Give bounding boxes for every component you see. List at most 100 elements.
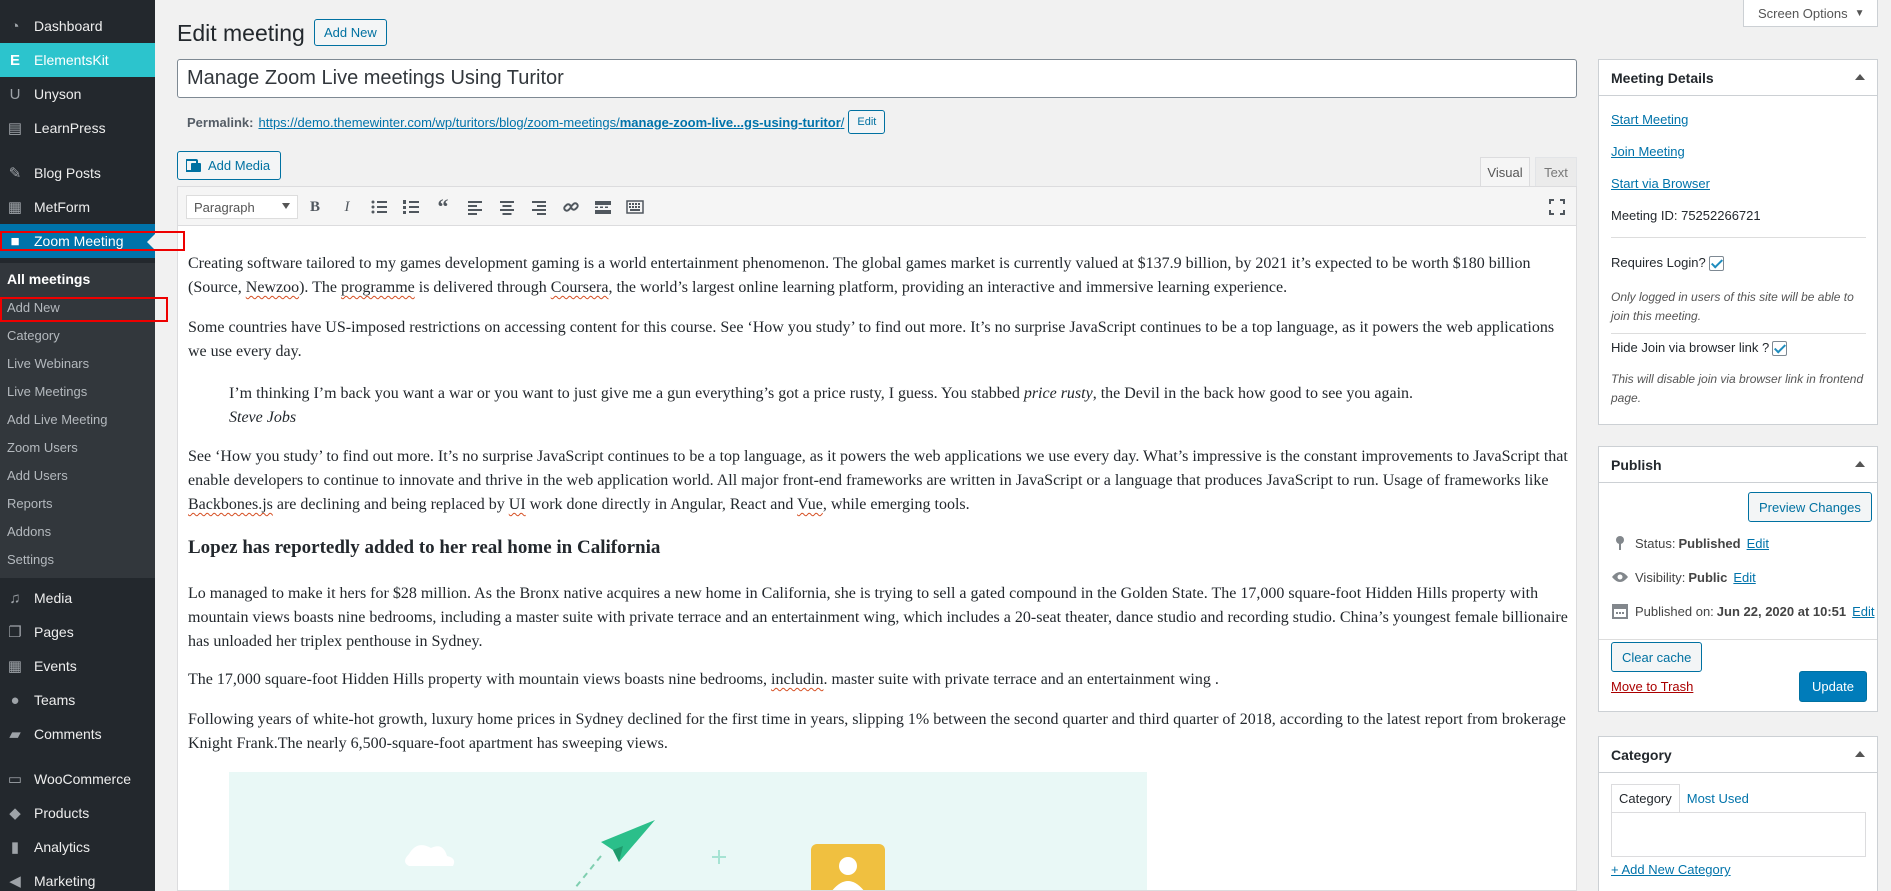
submenu-all-meetings[interactable]: All meetings — [7, 271, 90, 287]
format-select[interactable]: Paragraph — [186, 195, 298, 219]
menu-elementskit[interactable]: E ElementsKit — [0, 43, 155, 77]
add-new-category-link[interactable]: + Add New Category — [1611, 862, 1731, 877]
paragraph-1: Creating software tailored to my games d… — [188, 252, 1568, 300]
menu-analytics[interactable]: ▮ Analytics — [0, 830, 155, 864]
menu-comments[interactable]: ▰ Comments — [0, 717, 155, 751]
metform-icon: ▦ — [7, 199, 23, 216]
toolbar-toggle-icon[interactable] — [623, 196, 647, 218]
menu-unyson[interactable]: U Unyson — [0, 77, 155, 111]
submenu-reports[interactable]: Reports — [7, 496, 53, 511]
italic-icon[interactable]: I — [335, 196, 359, 218]
eye-icon — [1611, 569, 1629, 585]
align-right-icon[interactable] — [527, 196, 551, 218]
status-edit-link[interactable]: Edit — [1747, 536, 1769, 551]
paragraph-4: Lo managed to make it hers for $28 milli… — [188, 585, 1568, 650]
collapse-arrow-icon[interactable] — [1855, 74, 1865, 80]
quote-emphasis: price rusty — [1023, 385, 1093, 402]
menu-media[interactable]: ♫ Media — [0, 581, 155, 615]
permalink-label: Permalink: — [187, 114, 254, 130]
align-left-icon[interactable] — [463, 196, 487, 218]
editor-content[interactable]: Creating software tailored to my games d… — [177, 226, 1577, 891]
add-new-button[interactable]: Add New — [314, 19, 387, 46]
numbered-list-icon[interactable] — [399, 196, 423, 218]
products-icon: ◆ — [9, 805, 21, 822]
collapse-arrow-icon[interactable] — [1855, 751, 1865, 757]
menu-woocommerce[interactable]: ▭ WooCommerce — [0, 762, 155, 796]
meeting-details-header[interactable]: Meeting Details — [1599, 60, 1877, 96]
menu-label: Blog Posts — [34, 165, 101, 181]
submenu-live-webinars[interactable]: Live Webinars — [7, 356, 89, 371]
collapse-arrow-icon[interactable] — [1855, 461, 1865, 467]
join-meeting-link[interactable]: Join Meeting — [1611, 144, 1685, 159]
link-icon[interactable] — [559, 196, 583, 218]
hide-join-checkbox[interactable] — [1772, 341, 1788, 357]
menu-learnpress[interactable]: ▤ LearnPress — [0, 111, 155, 145]
category-header[interactable]: Category — [1599, 737, 1877, 773]
blockquote-icon[interactable]: “ — [431, 194, 455, 219]
menu-pages[interactable]: ❐ Pages — [0, 615, 155, 649]
tab-most-used[interactable]: Most Used — [1680, 784, 1756, 813]
screen-options-button[interactable]: Screen Options ▼ — [1743, 0, 1878, 27]
publish-title: Publish — [1611, 456, 1662, 473]
menu-dashboard[interactable]: ◔ Dashboard — [0, 9, 155, 43]
published-on-value: Jun 22, 2020 at 10:51 — [1716, 603, 1847, 619]
dashboard-icon: ◔ — [10, 17, 20, 35]
media-icon: ♫ — [9, 589, 21, 607]
menu-label: Comments — [34, 726, 102, 742]
highlight-box-zoom-meeting — [0, 231, 185, 251]
p3-text-d: , while emerging tools. — [822, 496, 970, 513]
p3-text-c: work done directly in Angular, React and — [525, 496, 798, 513]
submenu-addons[interactable]: Addons — [7, 524, 51, 539]
category-tabs: Category Most Used — [1611, 784, 1756, 813]
menu-teams[interactable]: ● Teams — [0, 683, 155, 717]
add-media-button[interactable]: Add Media — [177, 151, 282, 180]
embedded-illustration[interactable] — [229, 772, 1147, 890]
clear-cache-button[interactable]: Clear cache — [1611, 642, 1703, 672]
publish-header[interactable]: Publish — [1599, 447, 1877, 483]
post-title-input[interactable] — [177, 59, 1577, 98]
quote-text-a: I’m thinking I’m back you want a war or … — [229, 385, 1024, 402]
menu-marketing[interactable]: ◀ Marketing — [0, 864, 155, 891]
published-on-edit-link[interactable]: Edit — [1852, 604, 1874, 619]
visibility-edit-link[interactable]: Edit — [1733, 570, 1755, 585]
fullscreen-icon[interactable] — [1545, 196, 1569, 218]
menu-label: WooCommerce — [34, 771, 131, 787]
permalink-base: https://demo.themewinter.com/wp/turitors… — [258, 114, 620, 130]
bold-icon[interactable]: B — [303, 196, 327, 218]
read-more-icon[interactable] — [591, 196, 615, 218]
visibility-value: Public — [1688, 569, 1728, 585]
start-meeting-link[interactable]: Start Meeting — [1611, 112, 1688, 127]
menu-metform[interactable]: ▦ MetForm — [0, 190, 155, 224]
meeting-details-title: Meeting Details — [1611, 69, 1714, 86]
move-to-trash-link[interactable]: Move to Trash — [1611, 679, 1693, 694]
permalink-row: Permalink: https://demo.themewinter.com/… — [187, 110, 886, 134]
tab-visual[interactable]: Visual — [1480, 157, 1530, 186]
submenu-add-live-meeting[interactable]: Add Live Meeting — [7, 412, 107, 427]
submenu-add-users[interactable]: Add Users — [7, 468, 68, 483]
submenu-zoom-users[interactable]: Zoom Users — [7, 440, 78, 455]
submenu-live-meetings[interactable]: Live Meetings — [7, 384, 87, 399]
submenu-settings[interactable]: Settings — [7, 552, 54, 567]
p3-text-a: See ‘How you study’ to find out more. It… — [188, 448, 1568, 489]
preview-changes-button[interactable]: Preview Changes — [1748, 492, 1872, 522]
tab-text[interactable]: Text — [1535, 157, 1577, 186]
teams-icon: ● — [10, 691, 20, 709]
requires-login-checkbox[interactable] — [1708, 256, 1724, 272]
update-button[interactable]: Update — [1799, 671, 1867, 702]
align-center-icon[interactable] — [495, 196, 519, 218]
p5-includin: includin — [771, 671, 824, 688]
submenu-category[interactable]: Category — [7, 328, 60, 343]
p5-text-b: . master suite with private terrace and … — [823, 671, 1219, 688]
menu-products[interactable]: ◆ Products — [0, 796, 155, 830]
tab-category[interactable]: Category — [1611, 784, 1680, 813]
bulleted-list-icon[interactable] — [367, 196, 391, 218]
p5-text-a: The 17,000 square-foot Hidden Hills prop… — [188, 671, 772, 688]
start-via-browser-link[interactable]: Start via Browser — [1611, 176, 1710, 191]
menu-events[interactable]: ▦ Events — [0, 649, 155, 683]
unyson-icon: U — [9, 85, 21, 103]
category-list[interactable] — [1611, 812, 1866, 857]
permalink-edit-button[interactable]: Edit — [848, 110, 886, 134]
permalink-link[interactable]: https://demo.themewinter.com/wp/turitors… — [258, 115, 844, 130]
pages-icon: ❐ — [8, 624, 22, 641]
menu-blog-posts[interactable]: ✎ Blog Posts — [0, 156, 155, 190]
